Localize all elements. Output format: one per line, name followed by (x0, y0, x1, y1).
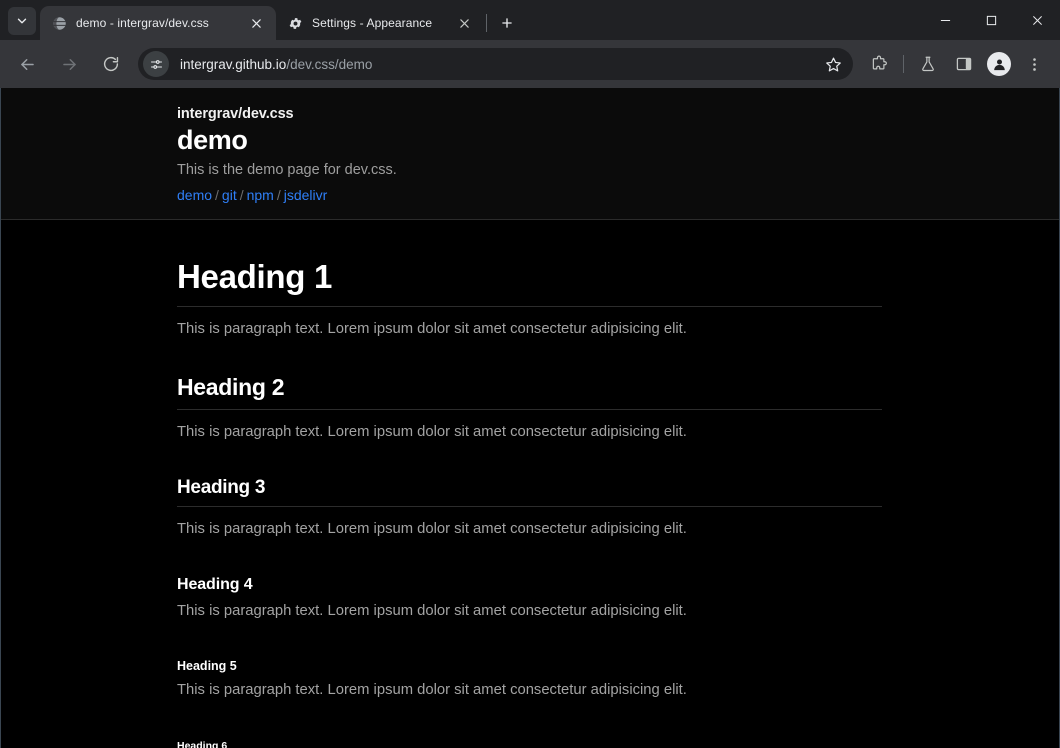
arrow-right-icon (62, 58, 76, 70)
tune-icon (150, 59, 162, 69)
tab-list: demo - intergrav/dev.css Settings - Appe… (40, 0, 521, 40)
address-bar[interactable]: intergrav.github.io/dev.css/demo (138, 48, 853, 80)
page-content: Heading 1 This is paragraph text. Lorem … (1, 220, 1059, 748)
nav-separator: / (215, 187, 219, 203)
browser-toolbar: intergrav.github.io/dev.css/demo (0, 40, 1060, 88)
nav-separator: / (239, 187, 244, 203)
paragraph-4: This is paragraph text. Lorem ipsum dolo… (177, 603, 687, 619)
page-description: This is the demo page for dev.css. (177, 162, 397, 178)
url-host: intergrav.github.io (180, 56, 287, 72)
tab-settings-appearance[interactable]: Settings - Appearance (276, 6, 484, 40)
tab-divider (486, 14, 487, 32)
nav-link-git[interactable]: git (222, 187, 237, 203)
section-heading-1: Heading 1 This is paragraph text. Lorem … (177, 258, 882, 337)
reload-icon (103, 56, 119, 72)
url-path: /dev.css/demo (286, 56, 373, 72)
url-text: intergrav.github.io/dev.css/demo (180, 57, 819, 72)
header-nav: demo / git / npm / jsdelivr (177, 187, 882, 203)
tab-close-icon[interactable] (454, 13, 474, 33)
nav-link-npm[interactable]: npm (247, 187, 274, 203)
toolbar-divider (903, 55, 904, 73)
site-header: intergrav/dev.css demo This is the demo … (1, 88, 1059, 220)
section-heading-4: Heading 4 This is paragraph text. Lorem … (177, 576, 882, 619)
chrome-menu-button[interactable] (1019, 49, 1049, 79)
new-tab-button[interactable] (493, 9, 521, 37)
tab-search-button[interactable] (8, 7, 36, 35)
side-panel-icon (956, 57, 972, 71)
tab-close-icon[interactable] (246, 13, 266, 33)
section-heading-5: Heading 5 This is paragraph text. Lorem … (177, 659, 882, 698)
heading-4: Heading 4 (177, 576, 253, 593)
paragraph-2: This is paragraph text. Lorem ipsum dolo… (177, 424, 687, 440)
section-heading-2: Heading 2 This is paragraph text. Lorem … (177, 374, 882, 440)
maximize-button[interactable] (968, 0, 1014, 40)
paragraph-5: This is paragraph text. Lorem ipsum dolo… (177, 682, 687, 698)
chevron-down-icon (15, 14, 29, 28)
maximize-icon (986, 15, 996, 25)
paragraph-3: This is paragraph text. Lorem ipsum dolo… (177, 521, 687, 537)
gear-icon (287, 15, 303, 31)
nav-link-jsdelivr[interactable]: jsdelivr (284, 187, 328, 203)
forward-button[interactable] (53, 48, 85, 80)
page-viewport: intergrav/dev.css demo This is the demo … (0, 88, 1060, 748)
extensions-button[interactable] (864, 49, 894, 79)
close-button[interactable] (1014, 0, 1060, 40)
profile-avatar[interactable] (987, 52, 1011, 76)
minimize-icon (940, 19, 950, 21)
bookmark-button[interactable] (819, 50, 847, 78)
page-title: demo (177, 125, 248, 155)
globe-icon (51, 15, 67, 31)
heading-3: Heading 3 (177, 477, 882, 507)
tab-title: demo - intergrav/dev.css (76, 16, 209, 30)
more-vertical-icon (1032, 57, 1036, 71)
side-panel-button[interactable] (949, 49, 979, 79)
repo-name: intergrav/dev.css (177, 106, 294, 122)
arrow-left-icon (20, 58, 34, 70)
section-heading-6: Heading 6 This is paragraph text. Lorem … (177, 740, 882, 748)
window-controls (922, 0, 1060, 40)
star-icon (825, 57, 841, 71)
close-icon (1032, 15, 1042, 25)
heading-5: Heading 5 (177, 659, 237, 673)
nav-separator: / (276, 187, 281, 203)
section-heading-3: Heading 3 This is paragraph text. Lorem … (177, 477, 882, 537)
puzzle-icon (872, 55, 887, 70)
tab-strip: demo - intergrav/dev.css Settings - Appe… (0, 0, 1060, 40)
browser-window: demo - intergrav/dev.css Settings - Appe… (0, 0, 1060, 748)
experiments-button[interactable] (913, 49, 943, 79)
heading-6: Heading 6 (177, 740, 228, 748)
reload-button[interactable] (95, 48, 127, 80)
heading-2: Heading 2 (177, 374, 882, 410)
nav-link-demo[interactable]: demo (177, 187, 212, 203)
plus-icon (502, 18, 512, 28)
minimize-button[interactable] (922, 0, 968, 40)
paragraph-1: This is paragraph text. Lorem ipsum dolo… (177, 321, 687, 337)
flask-icon (922, 56, 934, 72)
site-settings-icon[interactable] (143, 51, 169, 77)
person-icon (993, 59, 1005, 70)
heading-1: Heading 1 (177, 258, 882, 307)
back-button[interactable] (11, 48, 43, 80)
tab-demo[interactable]: demo - intergrav/dev.css (40, 6, 276, 40)
tab-title: Settings - Appearance (312, 16, 433, 30)
